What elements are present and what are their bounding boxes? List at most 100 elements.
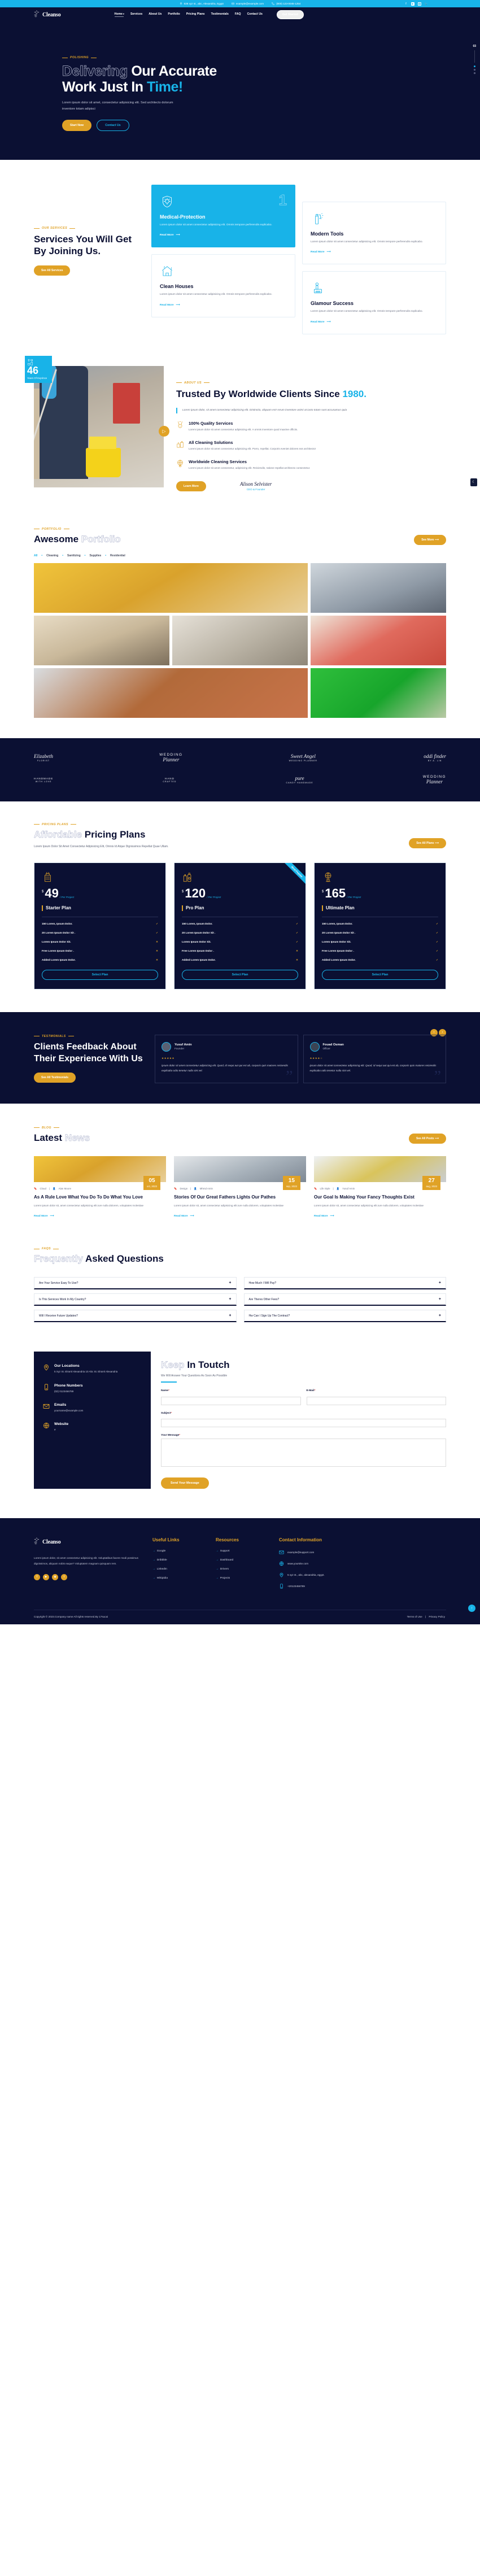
- faq-item[interactable]: How Much I Will Pay? +: [243, 1277, 446, 1290]
- subject-input[interactable]: [161, 1419, 446, 1428]
- post-title[interactable]: Our Goal Is Making Your Fancy Thoughts E…: [314, 1195, 446, 1201]
- footer-link[interactable]: → LinkedIn: [152, 1568, 204, 1571]
- see-all-services-button[interactable]: See All Services: [34, 265, 71, 276]
- footer-link[interactable]: → Support: [216, 1550, 268, 1553]
- service-card-clean-houses[interactable]: Clean Houses Lorem ipsum dolor sit amet …: [151, 254, 295, 317]
- see-all-plans-button[interactable]: See All Plans ⟶: [409, 838, 446, 848]
- contact-us-button[interactable]: Contact Us: [97, 120, 129, 132]
- post-read-more-link[interactable]: Read More ⟶: [34, 1215, 166, 1218]
- faq-item[interactable]: Hw Can I Sign Up The Contract? +: [243, 1310, 446, 1323]
- footer-link[interactable]: → Drivers: [216, 1568, 268, 1571]
- send-message-button[interactable]: Send Your Message: [161, 1477, 209, 1489]
- play-video-button[interactable]: ▷: [159, 426, 169, 437]
- get-started-button[interactable]: Get Started: [276, 10, 304, 19]
- footer-link[interactable]: → Projects: [216, 1577, 268, 1580]
- slider-dot-3[interactable]: [473, 72, 475, 74]
- facebook-icon[interactable]: f: [404, 2, 408, 6]
- service-read-more-link[interactable]: Read More ⟶: [311, 251, 438, 254]
- instagram-icon[interactable]: ◉: [418, 2, 421, 6]
- name-input[interactable]: [161, 1396, 301, 1405]
- post-title[interactable]: Stories Of Our Great Fathers Lights Our …: [174, 1195, 306, 1201]
- nav-item-contact[interactable]: Contact Us: [247, 12, 263, 17]
- portfolio-item[interactable]: [172, 615, 308, 665]
- post-category[interactable]: Design: [180, 1187, 187, 1190]
- post-category[interactable]: Cloud: [40, 1187, 46, 1190]
- footer-link[interactable]: → Dashboard: [216, 1559, 268, 1562]
- youtube-icon[interactable]: ▶: [411, 2, 414, 6]
- brand-logo[interactable]: Cleanso: [34, 10, 61, 19]
- post-category[interactable]: Life Style: [320, 1187, 330, 1190]
- post-read-more-link[interactable]: Read More ⟶: [314, 1215, 446, 1218]
- portfolio-filter-residential[interactable]: Residential: [110, 554, 125, 557]
- portfolio-filter-all[interactable]: All: [34, 554, 37, 557]
- portfolio-filter-cleaning[interactable]: Cleaning: [46, 554, 58, 557]
- post-read-more-link[interactable]: Read More ⟶: [174, 1215, 306, 1218]
- message-textarea[interactable]: [161, 1439, 446, 1467]
- client-logo-name: oddi finder: [424, 753, 446, 759]
- portfolio-item[interactable]: [311, 668, 446, 718]
- portfolio-filter-sanitizing[interactable]: Sanitizing: [67, 554, 81, 557]
- see-all-posts-button[interactable]: See All Posts ⟶: [408, 1133, 446, 1144]
- nav-item-testimonials[interactable]: Testimonials: [211, 12, 229, 17]
- faq-item[interactable]: Are Theres Other Fees? +: [243, 1293, 446, 1306]
- nav-item-services[interactable]: Services: [130, 12, 142, 17]
- twitter-icon[interactable]: 🐦: [425, 2, 428, 6]
- blog-post[interactable]: 15 sep, 2023 🔖 Design | 👤 Mhmd Amin Storie…: [174, 1156, 306, 1218]
- service-read-more-link[interactable]: Read More ⟶: [160, 304, 287, 307]
- select-plan-button[interactable]: Select Plan: [182, 969, 298, 980]
- select-plan-button[interactable]: Select Plan: [322, 969, 438, 980]
- blog-post[interactable]: 27 aug, 2023 🔖 Life Style | 👤 Yusuf Amin O…: [314, 1156, 446, 1218]
- select-plan-button[interactable]: Select Plan: [42, 969, 158, 980]
- email-input[interactable]: [306, 1396, 446, 1405]
- twitter-icon[interactable]: t: [61, 1574, 67, 1580]
- post-author[interactable]: Mhmd Amin: [200, 1187, 213, 1190]
- footer-contact-email[interactable]: example@support.com: [279, 1550, 446, 1555]
- learn-more-button[interactable]: Learn More: [176, 481, 206, 491]
- see-all-testimonials-button[interactable]: See All Testimonials: [34, 1073, 76, 1083]
- envelope-icon: [279, 1550, 284, 1554]
- nav-item-home[interactable]: Home▾: [114, 12, 124, 17]
- footer-contact-phone[interactable]: +20123456789: [279, 1584, 446, 1589]
- service-card-modern-tools[interactable]: Modern Tools Lorem ipsum dolor sit amet …: [302, 202, 446, 265]
- nav-item-about[interactable]: About Us: [149, 12, 162, 17]
- slider-dot-1[interactable]: [473, 66, 475, 67]
- faq-item[interactable]: Are Your Service Easy To Use? +: [34, 1277, 237, 1290]
- portfolio-item[interactable]: [311, 563, 446, 613]
- portfolio-see-more-button[interactable]: See More ⟶: [414, 534, 446, 545]
- nav-item-faq[interactable]: FAQ: [235, 12, 241, 17]
- slider-dot-2[interactable]: [473, 69, 475, 71]
- post-author[interactable]: Alan Moore: [59, 1187, 71, 1190]
- youtube-icon[interactable]: ▶: [43, 1574, 49, 1580]
- service-card-glamour-success[interactable]: Glamour Success Lorem ipsum dolor sit am…: [302, 271, 446, 334]
- footer-contact-website[interactable]: www.yoursite.com: [279, 1561, 446, 1566]
- portfolio-item[interactable]: [34, 668, 308, 718]
- privacy-policy-link[interactable]: Privacy Policy: [429, 1615, 445, 1618]
- footer-link[interactable]: → Dribbble: [152, 1559, 204, 1562]
- footer-link[interactable]: → Wikipidia: [152, 1577, 204, 1580]
- nav-item-pricing[interactable]: Pricing Plans: [186, 12, 205, 17]
- nav-item-portfolio[interactable]: Portfolio: [168, 12, 180, 17]
- post-author[interactable]: Yusuf Amin: [342, 1187, 355, 1190]
- topbar-phone[interactable]: (800) 123-0045-1254: [272, 2, 300, 5]
- service-card-medical-protection[interactable]: 1 Medical-Protection Lorem ipsum dolor s…: [151, 185, 295, 248]
- faq-item[interactable]: Will I Receive Future Updates? +: [34, 1310, 237, 1323]
- terms-of-use-link[interactable]: Terms of Use: [407, 1615, 422, 1618]
- facebook-icon[interactable]: f: [34, 1574, 40, 1580]
- testimonial-role: Founder: [174, 1047, 185, 1051]
- instagram-icon[interactable]: ◉: [52, 1574, 58, 1580]
- start-now-button[interactable]: Start Now: [62, 120, 92, 132]
- portfolio-item[interactable]: [34, 615, 169, 665]
- service-read-more-link[interactable]: Read More ⟶: [160, 234, 287, 237]
- footer-link[interactable]: → Google: [152, 1550, 204, 1553]
- portfolio-item[interactable]: [311, 615, 446, 665]
- slider-dots[interactable]: [473, 66, 476, 74]
- dark-mode-toggle[interactable]: ☾: [470, 478, 477, 486]
- topbar-email[interactable]: example@example.com: [232, 2, 264, 5]
- post-title[interactable]: As A Rule Love What You Do To Do What Yo…: [34, 1195, 166, 1201]
- service-read-more-link[interactable]: Read More ⟶: [311, 321, 438, 324]
- blog-post[interactable]: 05 oct, 2023 🔖 Cloud | 👤 Alan Moore As A R…: [34, 1156, 166, 1218]
- faq-item[interactable]: Is This Services Work In My Country? +: [34, 1293, 237, 1306]
- portfolio-filter-supplies[interactable]: Supplies: [89, 554, 101, 557]
- footer-logo[interactable]: Cleanso: [34, 1537, 141, 1546]
- portfolio-item[interactable]: [34, 563, 308, 613]
